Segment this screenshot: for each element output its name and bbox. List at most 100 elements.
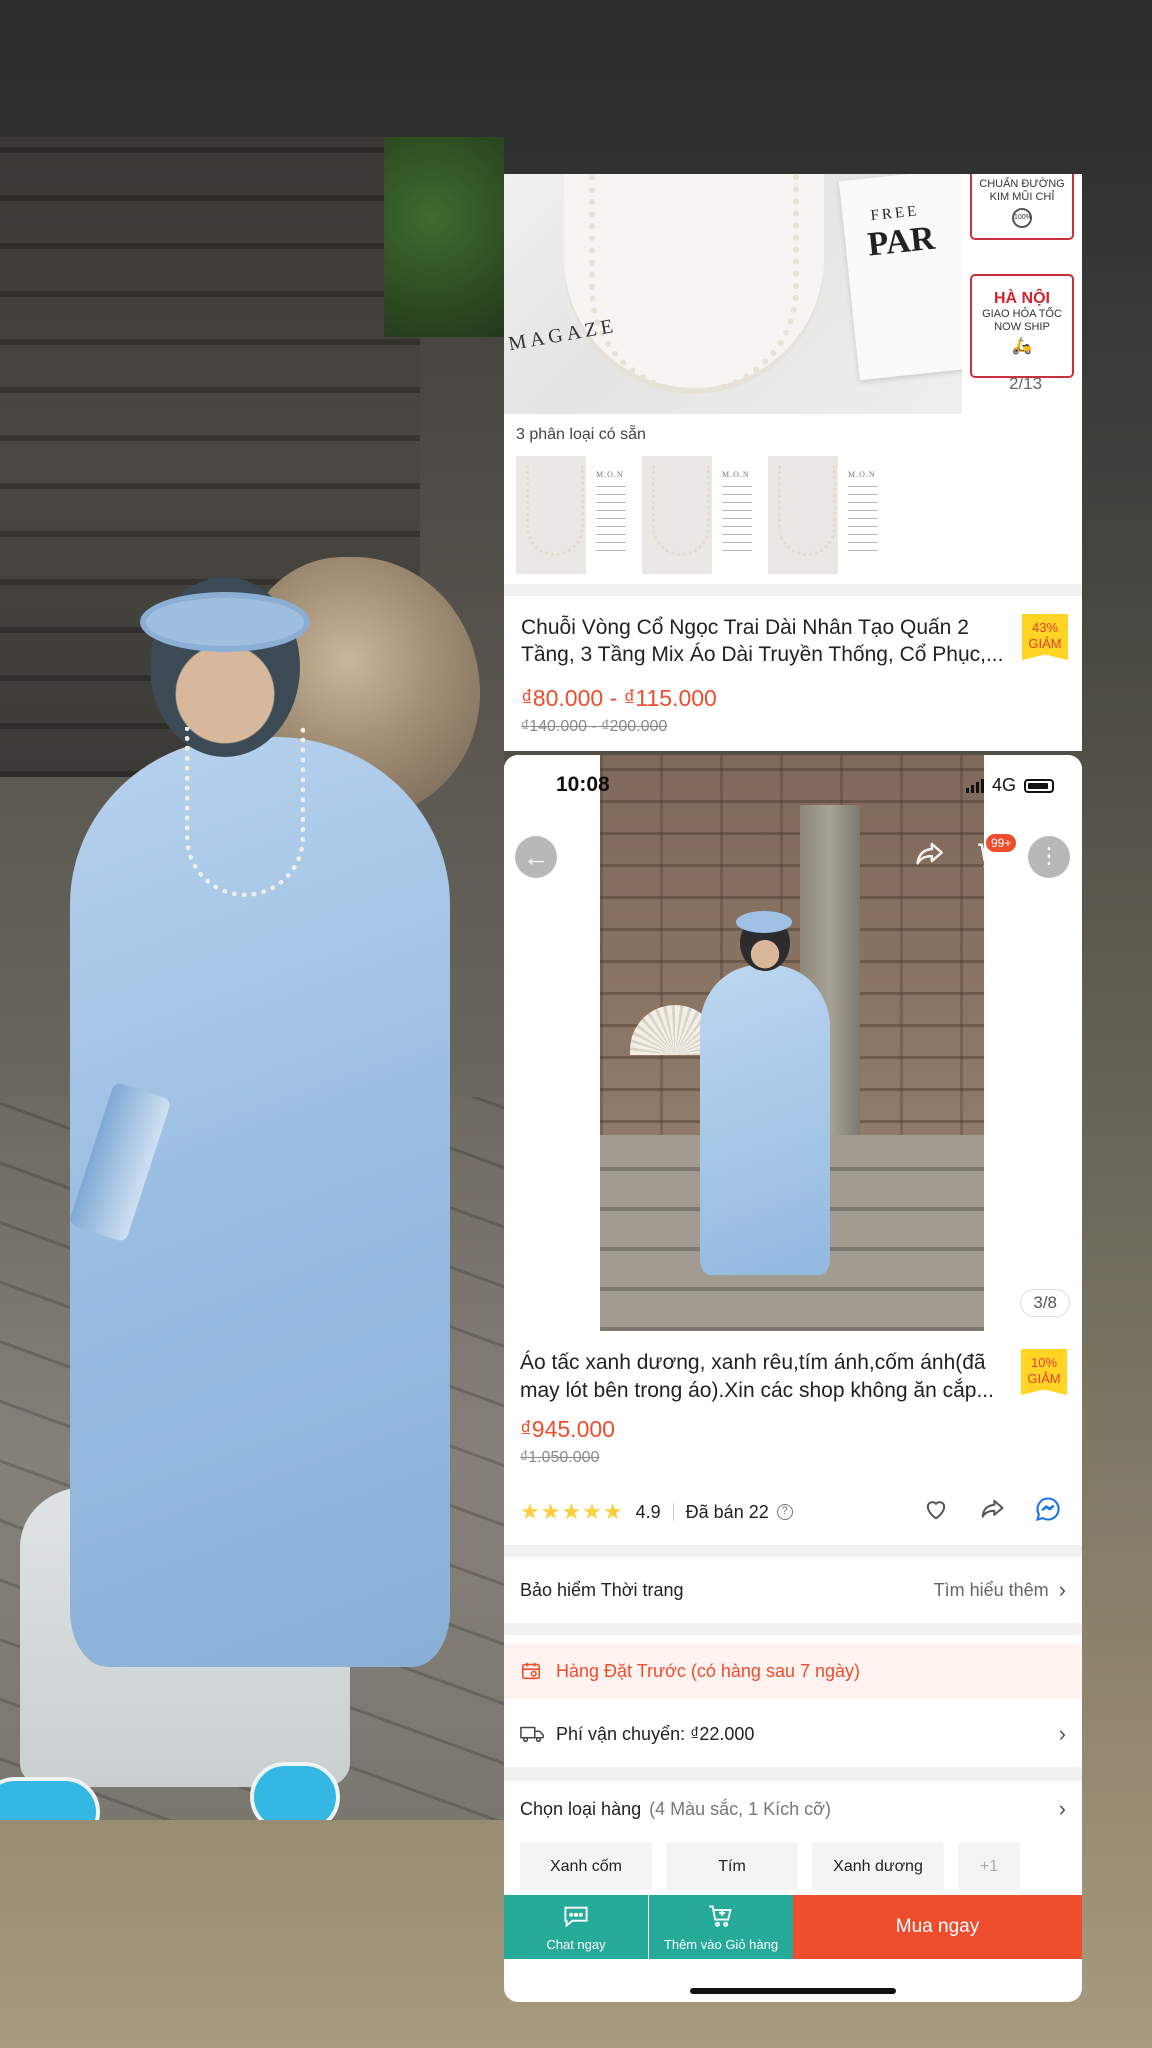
thumb-text-lines bbox=[722, 486, 752, 556]
variant-option[interactable]: Xanh dương bbox=[812, 1842, 944, 1890]
more-variants[interactable]: +1 bbox=[958, 1842, 1020, 1890]
buy-now-button[interactable]: Mua ngay bbox=[793, 1895, 1082, 1959]
rating-value: 4.9 bbox=[635, 1501, 661, 1522]
cart-badge: 99+ bbox=[986, 834, 1017, 852]
product-title: Áo tấc xanh dương, xanh rêu,tím ánh,cốm … bbox=[520, 1351, 994, 1402]
discount-badge: 10% GIẢM bbox=[1021, 1349, 1067, 1395]
discount-word: GIẢM bbox=[1027, 1371, 1061, 1386]
section-gap bbox=[504, 1767, 1082, 1781]
old-price: ₫1.050.000 bbox=[520, 1449, 600, 1466]
image-counter: 3/8 bbox=[1020, 1289, 1070, 1317]
preorder-label: Hàng Đặt Trước (có hàng sau 7 ngày) bbox=[556, 1660, 861, 1681]
express-badge-title: HÀ NỘI bbox=[994, 290, 1050, 307]
quality-badge: CHUẨN ĐƯỜNG KIM MŨI CHỈ 100% bbox=[970, 174, 1074, 240]
variant-summary: (4 Màu sắc, 1 Kích cỡ) bbox=[649, 1798, 831, 1819]
signal-icon bbox=[965, 778, 984, 793]
express-badge-line1: GIAO HỎA TỐC bbox=[982, 308, 1062, 320]
variant-thumb[interactable]: M.O.N bbox=[516, 456, 636, 574]
heart-icon[interactable] bbox=[922, 1495, 950, 1530]
discount-percent: 43% bbox=[1031, 620, 1059, 635]
motorbike-icon: 🛵 bbox=[1012, 338, 1032, 355]
paris-card-big: PAR bbox=[865, 219, 937, 264]
help-icon[interactable]: ? bbox=[776, 1504, 793, 1520]
pearl-necklace-image bbox=[589, 174, 799, 394]
home-indicator[interactable] bbox=[690, 1988, 896, 1994]
learn-more-link[interactable]: Tìm hiểu thêm bbox=[934, 1580, 1049, 1601]
battery-icon bbox=[1024, 778, 1054, 793]
section-divider bbox=[504, 584, 1082, 596]
variant-row[interactable]: Chọn loại hàng (4 Màu sắc, 1 Kích cỡ) › bbox=[504, 1781, 1082, 1837]
shoe-left bbox=[0, 1777, 100, 1820]
more-options-icon[interactable]: ⋮ bbox=[1028, 836, 1070, 878]
thumb-text-lines bbox=[596, 486, 626, 556]
add-cart-icon bbox=[706, 1903, 736, 1934]
star-rating-icon: ★★★★★ bbox=[520, 1499, 624, 1524]
tree bbox=[384, 137, 504, 337]
express-badge-line2: NOW SHIP bbox=[994, 321, 1050, 333]
person-headband bbox=[140, 592, 310, 652]
thumb-label: M.O.N bbox=[722, 470, 750, 479]
badge-seal: 100% bbox=[1012, 208, 1032, 228]
discount-word: GIẢM bbox=[1028, 636, 1062, 651]
truck-icon bbox=[520, 1723, 544, 1745]
chat-label: Chat ngay bbox=[546, 1936, 606, 1952]
shipping-row[interactable]: Phí vận chuyển: ₫22.000 › bbox=[504, 1701, 1082, 1767]
discount-percent: 10% bbox=[1030, 1355, 1058, 1370]
discount-badge: 43% GIẢM bbox=[1022, 614, 1068, 660]
preorder-row: Hàng Đặt Trước (có hàng sau 7 ngày) bbox=[504, 1643, 1082, 1699]
thumb-necklace bbox=[652, 466, 710, 556]
variant-title: Chọn loại hàng bbox=[520, 1798, 642, 1819]
network-type: 4G bbox=[991, 775, 1016, 795]
rating-actions bbox=[922, 1495, 1062, 1530]
badge-line2: KIM MŨI CHỈ bbox=[989, 191, 1055, 203]
ao-tac-product-screenshot: 10:08 4G ← 99+ ⋮ 3/8 Áo tấc xanh dương, … bbox=[504, 755, 1082, 2002]
price: ₫945.000 bbox=[520, 1416, 615, 1442]
variant-thumb[interactable]: M.O.N bbox=[642, 456, 762, 574]
back-arrow-icon[interactable]: ← bbox=[515, 836, 557, 878]
share-icon[interactable] bbox=[978, 1495, 1006, 1530]
shoe-right bbox=[250, 1762, 340, 1820]
share-icon[interactable] bbox=[912, 837, 952, 877]
thumb-text-lines bbox=[848, 486, 878, 556]
background-photo bbox=[0, 137, 504, 1820]
model-robe bbox=[700, 965, 830, 1275]
product-gallery[interactable]: 10:08 4G ← 99+ ⋮ 3/8 bbox=[504, 755, 1082, 1331]
add-to-cart-button[interactable]: Thêm vào Giỏ hàng bbox=[649, 1895, 793, 1959]
bottom-action-bar: Chat ngay Thêm vào Giỏ hàng Mua ngay bbox=[504, 1895, 1082, 1959]
messenger-icon[interactable] bbox=[1034, 1495, 1062, 1530]
calendar-icon bbox=[520, 1660, 542, 1682]
insurance-row[interactable]: Bảo hiểm Thời trang Tìm hiểu thêm › bbox=[504, 1557, 1082, 1623]
necklace-product-screenshot: FREE PAR MAGAZE CHUẨN ĐƯỜNG KIM MŨI CHỈ … bbox=[504, 174, 1082, 751]
chevron-right-icon: › bbox=[1058, 1796, 1066, 1821]
section-gap bbox=[504, 1623, 1082, 1635]
old-price: ₫140.000 - ₫200.000 bbox=[521, 718, 668, 735]
paris-card: FREE PAR bbox=[838, 174, 962, 381]
express-badge: HÀ NỘI GIAO HỎA TỐC NOW SHIP 🛵 bbox=[970, 274, 1074, 378]
chevron-right-icon: › bbox=[1058, 1721, 1066, 1746]
variant-options: Xanh cốm Tím Xanh dương +1 bbox=[520, 1842, 1020, 1890]
status-indicators: 4G bbox=[965, 775, 1054, 796]
product-title: Chuỗi Vòng Cổ Ngọc Trai Dài Nhân Tạo Quấ… bbox=[521, 616, 1004, 666]
thumb-label: M.O.N bbox=[596, 470, 624, 479]
section-gap bbox=[504, 1545, 1082, 1557]
thumb-label: M.O.N bbox=[848, 470, 876, 479]
chat-button[interactable]: Chat ngay bbox=[504, 1895, 648, 1959]
thumb-necklace bbox=[526, 466, 584, 556]
variant-count: 3 phân loại có sẵn bbox=[516, 426, 646, 443]
variant-option[interactable]: Xanh cốm bbox=[520, 1842, 652, 1890]
rating-row: ★★★★★ 4.9 Đã bán 22 ? bbox=[520, 1497, 1070, 1525]
chevron-right-icon: › bbox=[1058, 1577, 1066, 1602]
insurance-label: Bảo hiểm Thời trang bbox=[520, 1579, 684, 1600]
price: ₫80.000 - ₫115.000 bbox=[521, 685, 717, 711]
image-counter: 2/13 bbox=[1009, 374, 1043, 393]
product-image[interactable]: FREE PAR MAGAZE bbox=[504, 174, 962, 414]
variant-option[interactable]: Tím bbox=[666, 1842, 798, 1890]
model-headband bbox=[736, 911, 792, 933]
status-time: 10:08 bbox=[556, 773, 610, 796]
badge-line1: CHUẨN ĐƯỜNG bbox=[979, 178, 1065, 190]
pearl-necklace bbox=[185, 727, 305, 897]
variant-thumb[interactable]: M.O.N bbox=[768, 456, 888, 574]
divider bbox=[672, 1503, 674, 1521]
add-to-cart-label: Thêm vào Giỏ hàng bbox=[663, 1936, 779, 1952]
chat-icon bbox=[561, 1903, 591, 1934]
